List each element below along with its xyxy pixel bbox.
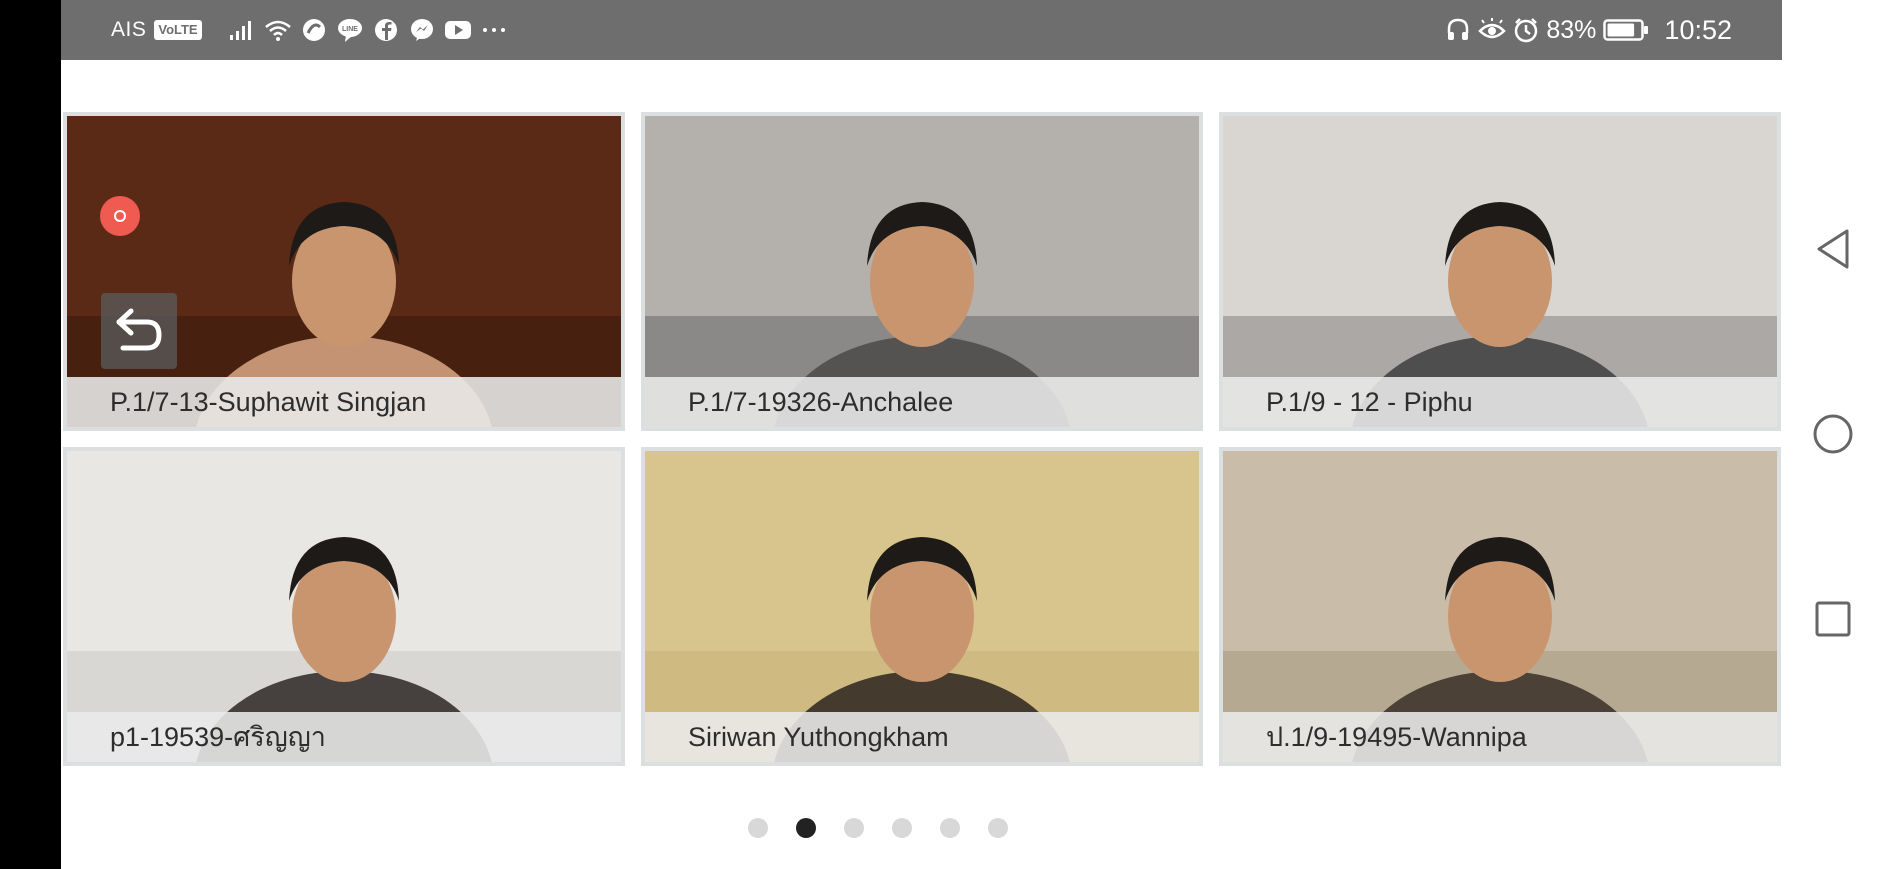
navigation-bar — [1782, 0, 1883, 869]
participant-name: p1-19539-ศริญญา — [67, 712, 621, 762]
participant-tile[interactable]: P.1/7-13-Suphawit Singjan — [63, 112, 625, 431]
letterbox-left — [0, 0, 61, 869]
participant-tile[interactable]: P.1/9 - 12 - Piphu — [1219, 112, 1781, 431]
facebook-icon — [372, 16, 400, 44]
carrier-label: AIS — [111, 18, 147, 41]
page-dots — [747, 818, 1008, 842]
participant-tile[interactable]: P.1/7-19326-Anchalee — [641, 112, 1203, 431]
participant-name: P.1/7-19326-Anchalee — [645, 377, 1199, 427]
app-icon — [300, 16, 328, 44]
page-indicator — [61, 818, 1782, 842]
participant-name: P.1/7-13-Suphawit Singjan — [67, 377, 621, 427]
status-right: 83% 10:52 — [1444, 14, 1732, 46]
participant-tile[interactable]: p1-19539-ศริญญา — [63, 447, 625, 766]
circle-home-icon — [1813, 414, 1853, 454]
page-dot[interactable] — [939, 818, 960, 838]
nav-home-button[interactable] — [1812, 413, 1854, 455]
eye-icon — [1478, 16, 1507, 44]
participant-tile[interactable]: Siriwan Yuthongkham — [641, 447, 1203, 766]
participant-tile[interactable]: ป.1/9-19495-Wannipa — [1219, 447, 1781, 766]
signal-icon — [228, 16, 256, 44]
back-button[interactable] — [101, 293, 177, 369]
status-bar: AIS VoLTE LINE 83% 10:52 — [61, 0, 1782, 60]
messenger-icon — [408, 16, 436, 44]
wifi-icon — [264, 16, 292, 44]
nav-recents-button[interactable] — [1812, 598, 1854, 640]
participant-name: ป.1/9-19495-Wannipa — [1223, 712, 1777, 762]
triangle-back-icon — [1817, 229, 1849, 269]
svg-text:LINE: LINE — [342, 26, 358, 33]
square-recents-icon — [1815, 601, 1851, 637]
page-dot[interactable] — [987, 818, 1008, 838]
youtube-icon — [444, 16, 472, 44]
participant-name: P.1/9 - 12 - Piphu — [1223, 377, 1777, 427]
status-left: AIS VoLTE LINE — [111, 14, 508, 46]
volte-badge: VoLTE — [154, 20, 202, 40]
line-icon: LINE — [336, 16, 364, 44]
page-dot[interactable] — [891, 818, 912, 838]
headphones-icon — [1444, 16, 1472, 44]
more-icon — [480, 16, 508, 44]
nav-back-button[interactable] — [1812, 228, 1854, 270]
battery-percent: 83% — [1546, 15, 1597, 44]
battery-icon — [1602, 16, 1650, 44]
status-time: 10:52 — [1664, 14, 1732, 45]
record-indicator-icon[interactable] — [100, 196, 140, 236]
page-dot[interactable] — [747, 818, 768, 838]
participant-name: Siriwan Yuthongkham — [645, 712, 1199, 762]
page-dot[interactable] — [843, 818, 864, 838]
undo-arrow-icon — [116, 308, 162, 351]
alarm-icon — [1512, 16, 1540, 44]
meeting-gallery: P.1/7-13-Suphawit Singjan P.1/7-19326-Anc… — [61, 60, 1782, 869]
phone-screen: AIS VoLTE LINE 83% 10:52 P.1/7-13-Suphaw… — [0, 0, 1883, 869]
page-dot[interactable] — [795, 818, 816, 838]
